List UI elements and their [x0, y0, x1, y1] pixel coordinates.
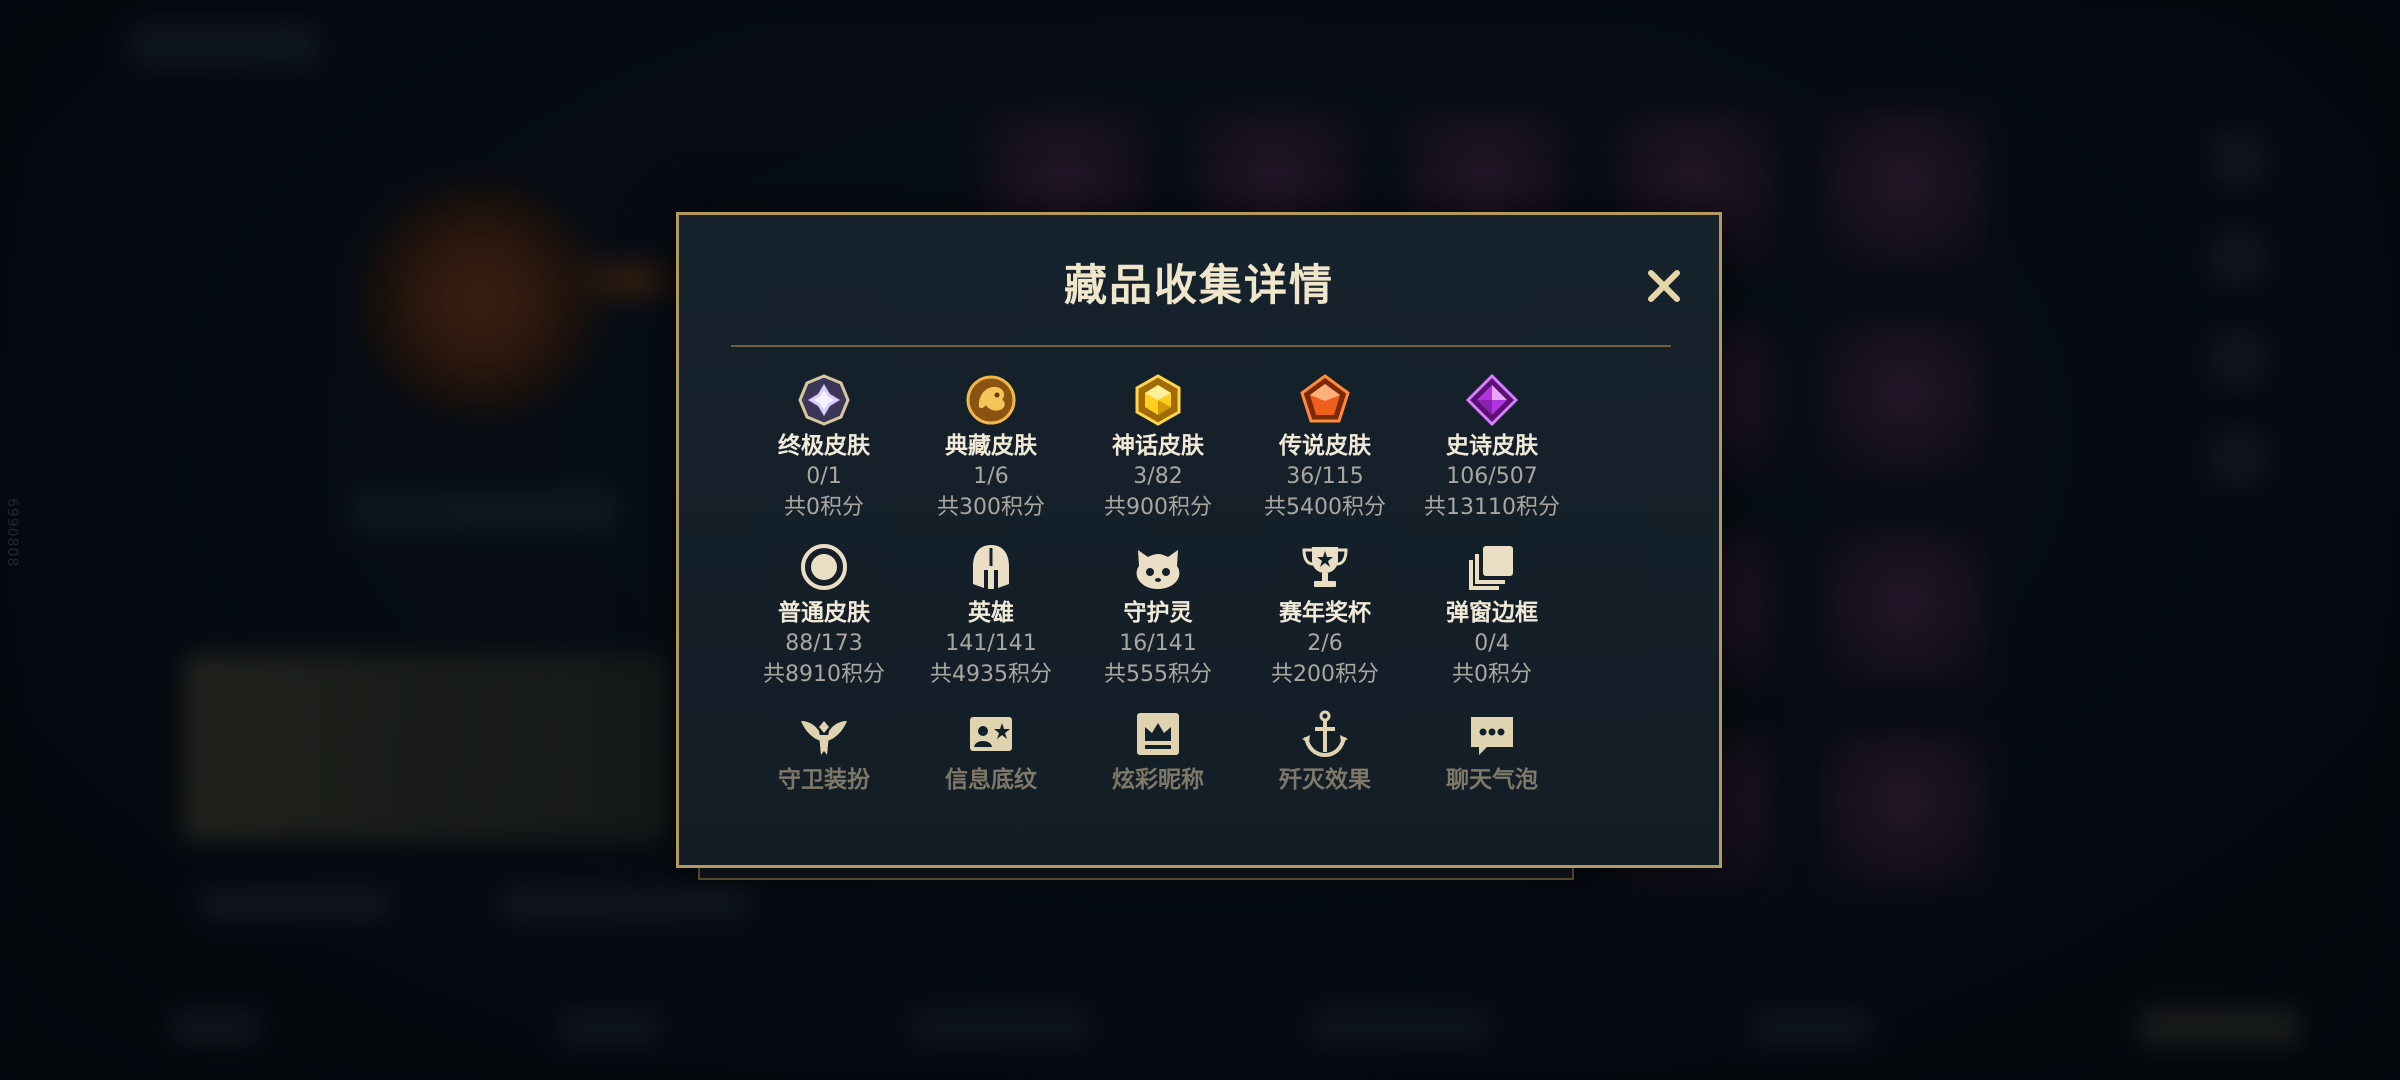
- category-name: 英雄: [968, 600, 1014, 626]
- category-count: 0/4: [1474, 631, 1510, 656]
- category-count: 141/141: [945, 631, 1037, 656]
- category-score: 共555积分: [1104, 662, 1212, 687]
- close-icon: [1648, 270, 1680, 302]
- category-count: 16/141: [1119, 631, 1197, 656]
- popup-frame-icon: [1469, 546, 1513, 590]
- collector-skin-icon: [966, 375, 1016, 425]
- category-name: 普通皮肤: [778, 600, 870, 626]
- collection-details-dialog: 藏品收集详情 终极皮肤 0/1 共0积分 典藏皮肤 1/6 共300积分 神话皮…: [676, 212, 1722, 868]
- category-count: 36/115: [1286, 464, 1364, 489]
- category-score: 共8910积分: [763, 662, 885, 687]
- category-chat-bubble[interactable]: 聊天气泡: [1407, 707, 1577, 795]
- category-count: 88/173: [785, 631, 863, 656]
- category-name: 信息底纹: [945, 767, 1037, 793]
- category-elimination-effect[interactable]: 歼灭效果: [1240, 707, 1410, 795]
- trophy-icon: [1302, 547, 1348, 587]
- category-name: 弹窗边框: [1446, 600, 1538, 626]
- elimination-effect-icon: [1302, 710, 1348, 758]
- category-epic-skin[interactable]: 史诗皮肤 106/507 共13110积分: [1407, 373, 1577, 523]
- dialog-title: 藏品收集详情: [1064, 261, 1334, 311]
- screen: 6990808 藏品收集详情 终极皮肤 0/1 共0积分 典藏皮肤 1/6 共3…: [0, 0, 2400, 1080]
- category-guard-outfit[interactable]: 守卫装扮: [739, 707, 909, 795]
- collection-row: 普通皮肤 88/173 共8910积分 英雄 141/141 共4935积分 守…: [739, 540, 1659, 710]
- category-colorful-nickname[interactable]: 炫彩昵称: [1073, 707, 1243, 795]
- category-name: 典藏皮肤: [945, 433, 1037, 459]
- legendary-skin-icon: [1300, 374, 1350, 423]
- category-name: 守护灵: [1123, 600, 1193, 626]
- chat-bubble-icon: [1471, 717, 1513, 755]
- info-background-icon: [970, 717, 1012, 751]
- category-count: 2/6: [1307, 631, 1343, 656]
- category-count: 106/507: [1446, 464, 1538, 489]
- guardian-spirit-icon: [1136, 550, 1180, 589]
- title-divider: [731, 345, 1671, 347]
- close-button[interactable]: [1639, 261, 1689, 311]
- category-info-background[interactable]: 信息底纹: [906, 707, 1076, 795]
- category-legendary-skin[interactable]: 传说皮肤 36/115 共5400积分: [1240, 373, 1410, 523]
- category-mythic-skin[interactable]: 神话皮肤 3/82 共900积分: [1073, 373, 1243, 523]
- category-popup-frame[interactable]: 弹窗边框 0/4 共0积分: [1407, 540, 1577, 690]
- category-name: 守卫装扮: [778, 767, 870, 793]
- hero-helmet-icon: [973, 545, 1009, 589]
- category-score: 共300积分: [937, 495, 1045, 520]
- category-name: 终极皮肤: [778, 433, 870, 459]
- category-guardian-spirit[interactable]: 守护灵 16/141 共555积分: [1073, 540, 1243, 690]
- colorful-nickname-icon: [1137, 713, 1179, 755]
- normal-skin-icon: [801, 544, 847, 590]
- category-name: 炫彩昵称: [1112, 767, 1204, 793]
- category-name: 神话皮肤: [1112, 433, 1204, 459]
- category-score: 共13110积分: [1424, 495, 1560, 520]
- category-count: 0/1: [806, 464, 842, 489]
- category-collector-skin[interactable]: 典藏皮肤 1/6 共300积分: [906, 373, 1076, 523]
- category-count: 3/82: [1133, 464, 1183, 489]
- category-score: 共900积分: [1104, 495, 1212, 520]
- category-score: 共5400积分: [1264, 495, 1386, 520]
- category-count: 1/6: [973, 464, 1009, 489]
- category-hero[interactable]: 英雄 141/141 共4935积分: [906, 540, 1076, 690]
- mythic-skin-icon: [1135, 374, 1181, 426]
- category-name: 聊天气泡: [1446, 767, 1538, 793]
- category-name: 歼灭效果: [1279, 767, 1371, 793]
- category-ultimate-skin[interactable]: 终极皮肤 0/1 共0积分: [739, 373, 909, 523]
- guard-outfit-icon: [801, 721, 847, 755]
- epic-skin-icon: [1465, 373, 1519, 427]
- collection-row: 终极皮肤 0/1 共0积分 典藏皮肤 1/6 共300积分 神话皮肤 3/82 …: [739, 373, 1659, 543]
- ultimate-skin-icon: [798, 374, 850, 426]
- category-score: 共200积分: [1271, 662, 1379, 687]
- category-name: 史诗皮肤: [1446, 433, 1538, 459]
- category-score: 共4935积分: [930, 662, 1052, 687]
- category-score: 共0积分: [784, 495, 864, 520]
- collection-row: 守卫装扮 信息底纹 炫彩昵称 歼灭效果 聊天气泡: [739, 707, 1659, 877]
- category-season-trophy[interactable]: 赛年奖杯 2/6 共200积分: [1240, 540, 1410, 690]
- category-normal-skin[interactable]: 普通皮肤 88/173 共8910积分: [739, 540, 909, 690]
- category-score: 共0积分: [1452, 662, 1532, 687]
- category-name: 赛年奖杯: [1279, 600, 1371, 626]
- category-name: 传说皮肤: [1279, 433, 1371, 459]
